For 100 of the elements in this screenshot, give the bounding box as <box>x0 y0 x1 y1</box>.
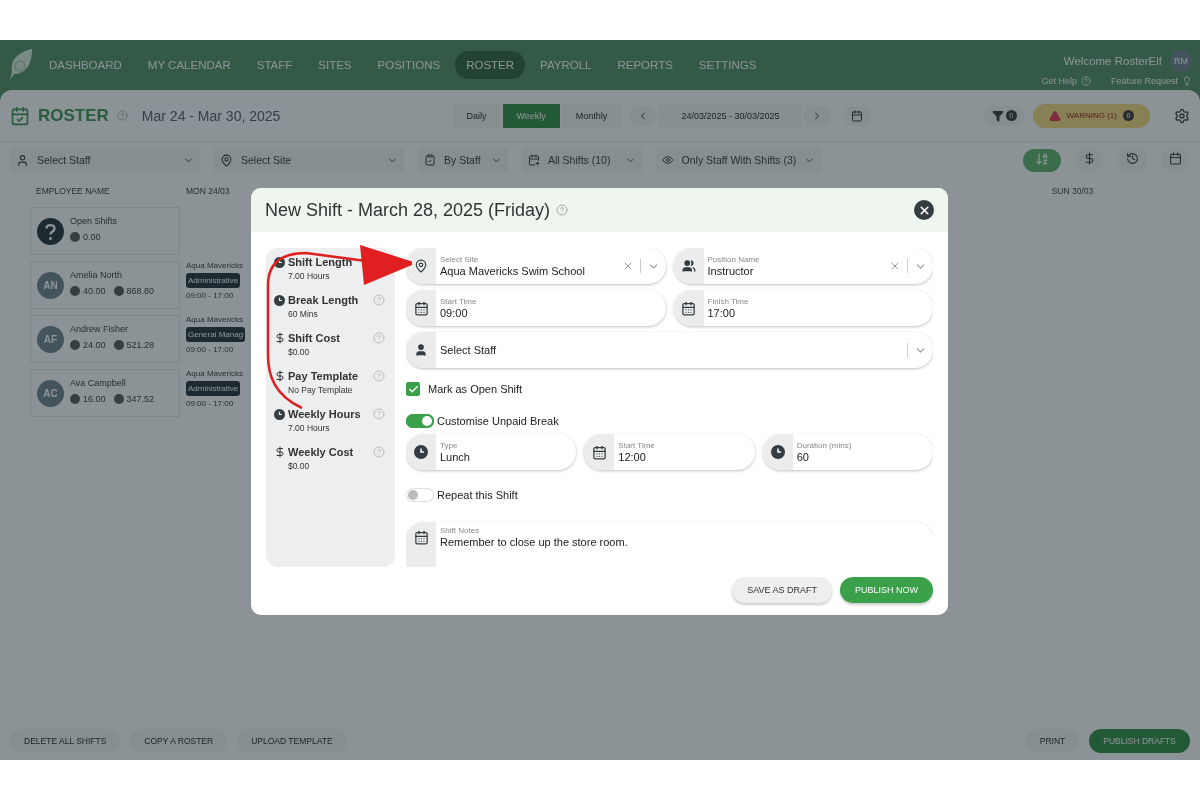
shift-time: 09:00 - 17:00 <box>186 291 234 300</box>
feature-request-link[interactable]: Feature Request <box>1110 76 1178 86</box>
nav-link[interactable]: MY CALENDAR <box>136 51 242 79</box>
people-icon <box>681 259 696 273</box>
help-icon <box>1080 76 1091 86</box>
employee-avatar: AN <box>37 271 64 299</box>
select-field[interactable]: Duration (mins) 60 <box>762 434 933 470</box>
question-icon <box>37 217 64 245</box>
filter-icon <box>991 109 1004 122</box>
calendar-icon <box>528 154 540 166</box>
toggle-switch[interactable] <box>406 414 434 428</box>
hours-stat: 24.00 <box>70 340 106 350</box>
publish-button[interactable]: PUBLISH NOW <box>840 577 933 603</box>
toggle-switch[interactable] <box>406 488 434 502</box>
shift-time: 09:00 - 17:00 <box>186 399 234 408</box>
notes-field[interactable]: Shift Notes Remember to close up the store room. <box>406 522 933 567</box>
view-tab[interactable]: Weekly <box>502 103 560 128</box>
sort-button[interactable] <box>1023 148 1061 172</box>
check-icon <box>407 383 419 395</box>
next-button[interactable] <box>803 105 832 126</box>
roster-icon <box>10 105 30 126</box>
clear-icon[interactable] <box>889 260 901 272</box>
select-field[interactable]: Position Name Instructor <box>673 248 933 284</box>
summary-value: $0.00 <box>288 347 311 357</box>
select-field[interactable]: Start Time 09:00 <box>406 290 666 326</box>
person-icon <box>16 153 29 167</box>
view-tab[interactable]: Monthly <box>561 103 622 128</box>
nav-link[interactable]: SITES <box>307 51 363 79</box>
time-sort-button[interactable] <box>1118 149 1147 171</box>
notes-icon <box>413 530 429 545</box>
clock-icon <box>274 257 285 268</box>
close-button[interactable] <box>914 200 934 220</box>
select-field[interactable]: Start Time 12:00 <box>584 434 755 470</box>
help-icon <box>556 204 569 216</box>
cost-stat: 347.52 <box>113 394 155 404</box>
toolbar-button[interactable]: UPLOAD TEMPLATE <box>237 729 347 753</box>
user-avatar[interactable]: RM <box>1170 50 1192 72</box>
field-label: Duration (mins) <box>796 441 853 450</box>
site-select[interactable]: Select Site <box>214 147 404 173</box>
calendar-icon <box>413 300 429 316</box>
nav-link[interactable]: REPORTS <box>606 51 684 79</box>
modal-title: New Shift - March 28, 2025 (Friday) <box>265 199 551 221</box>
lightbulb-icon <box>1182 76 1192 86</box>
hours-stat: 0.00 <box>70 232 101 242</box>
dollar-icon <box>274 446 286 458</box>
field-value: 17:00 <box>707 307 737 319</box>
calendar-icon <box>591 444 607 460</box>
location-pin-icon <box>220 153 233 167</box>
view-tab[interactable]: Daily <box>452 103 501 128</box>
staff-select[interactable]: Select Staff <box>10 147 200 173</box>
shift-site: Aqua Mavericks <box>186 261 243 270</box>
dollar-icon <box>274 370 286 382</box>
summary-value: No Pay Template <box>288 385 354 395</box>
publish-drafts-button[interactable]: PUBLISH DRAFTS <box>1089 729 1190 753</box>
print-button[interactable]: PRINT <box>1025 729 1080 753</box>
nav-link[interactable]: PAYROLL <box>529 51 603 79</box>
select-field[interactable]: Finish Time 17:00 <box>673 290 933 326</box>
welcome-text: Welcome RosterElf <box>1063 55 1162 67</box>
visibility-select[interactable]: Only Staff With Shifts (3) <box>656 147 821 173</box>
staff-select[interactable]: Select Staff <box>406 332 933 368</box>
nav-link[interactable]: POSITIONS <box>366 51 452 79</box>
nav-link[interactable]: STAFF <box>245 51 304 79</box>
select-field[interactable]: Type Lunch <box>406 434 577 470</box>
cost-stat: 521.28 <box>113 340 155 350</box>
group-select[interactable]: By Staff <box>418 147 508 173</box>
employee-avatar: AC <box>37 379 64 407</box>
field-value: Aqua Mavericks Swim School <box>440 265 586 277</box>
field-value: 60 <box>796 451 810 463</box>
column-header: EMPLOYEE NAME <box>35 185 111 198</box>
employee-name: Open Shifts <box>70 216 118 226</box>
field-value: Instructor <box>707 265 755 277</box>
settings-icon[interactable] <box>1174 107 1190 124</box>
toggle-label: Customise Unpaid Break <box>437 415 559 427</box>
date-field[interactable]: 24/03/2025 - 30/03/2025 <box>659 103 802 128</box>
nav-link[interactable]: SETTINGS <box>687 51 768 79</box>
calendar-button[interactable] <box>843 105 872 126</box>
employee-name: Ava Campbell <box>70 378 127 388</box>
clock-icon <box>1126 152 1139 165</box>
field-value: Remember to close up the store room. <box>440 536 629 548</box>
shifts-select[interactable]: All Shifts (10) <box>522 147 642 173</box>
field-label: Position Name <box>707 255 761 264</box>
calendar-icon <box>1169 152 1182 165</box>
toolbar-button[interactable]: DELETE ALL SHIFTS <box>10 729 121 753</box>
save-draft-button[interactable]: SAVE AS DRAFT <box>732 577 832 603</box>
cost-button[interactable] <box>1075 149 1104 171</box>
field-label: Select Site <box>440 255 480 264</box>
nav-link[interactable]: ROSTER <box>455 51 526 79</box>
checkbox[interactable] <box>406 382 420 396</box>
hours-stat: 16.00 <box>70 394 106 404</box>
calendar-button[interactable] <box>1161 149 1190 171</box>
dollar-icon <box>274 332 286 344</box>
column-header: SUN 30/03 <box>1050 185 1095 198</box>
select-field[interactable]: Select Site Aqua Mavericks Swim School <box>406 248 666 284</box>
toolbar-button[interactable]: COPY A ROSTER <box>130 729 228 753</box>
shift-site: Aqua Mavericks <box>186 369 243 378</box>
dollar-icon <box>1083 152 1096 165</box>
nav-link[interactable]: DASHBOARD <box>38 51 133 79</box>
help-link[interactable]: Get Help <box>1041 76 1077 86</box>
clock-icon <box>274 409 285 420</box>
shift-site: Aqua Mavericks <box>186 315 243 324</box>
